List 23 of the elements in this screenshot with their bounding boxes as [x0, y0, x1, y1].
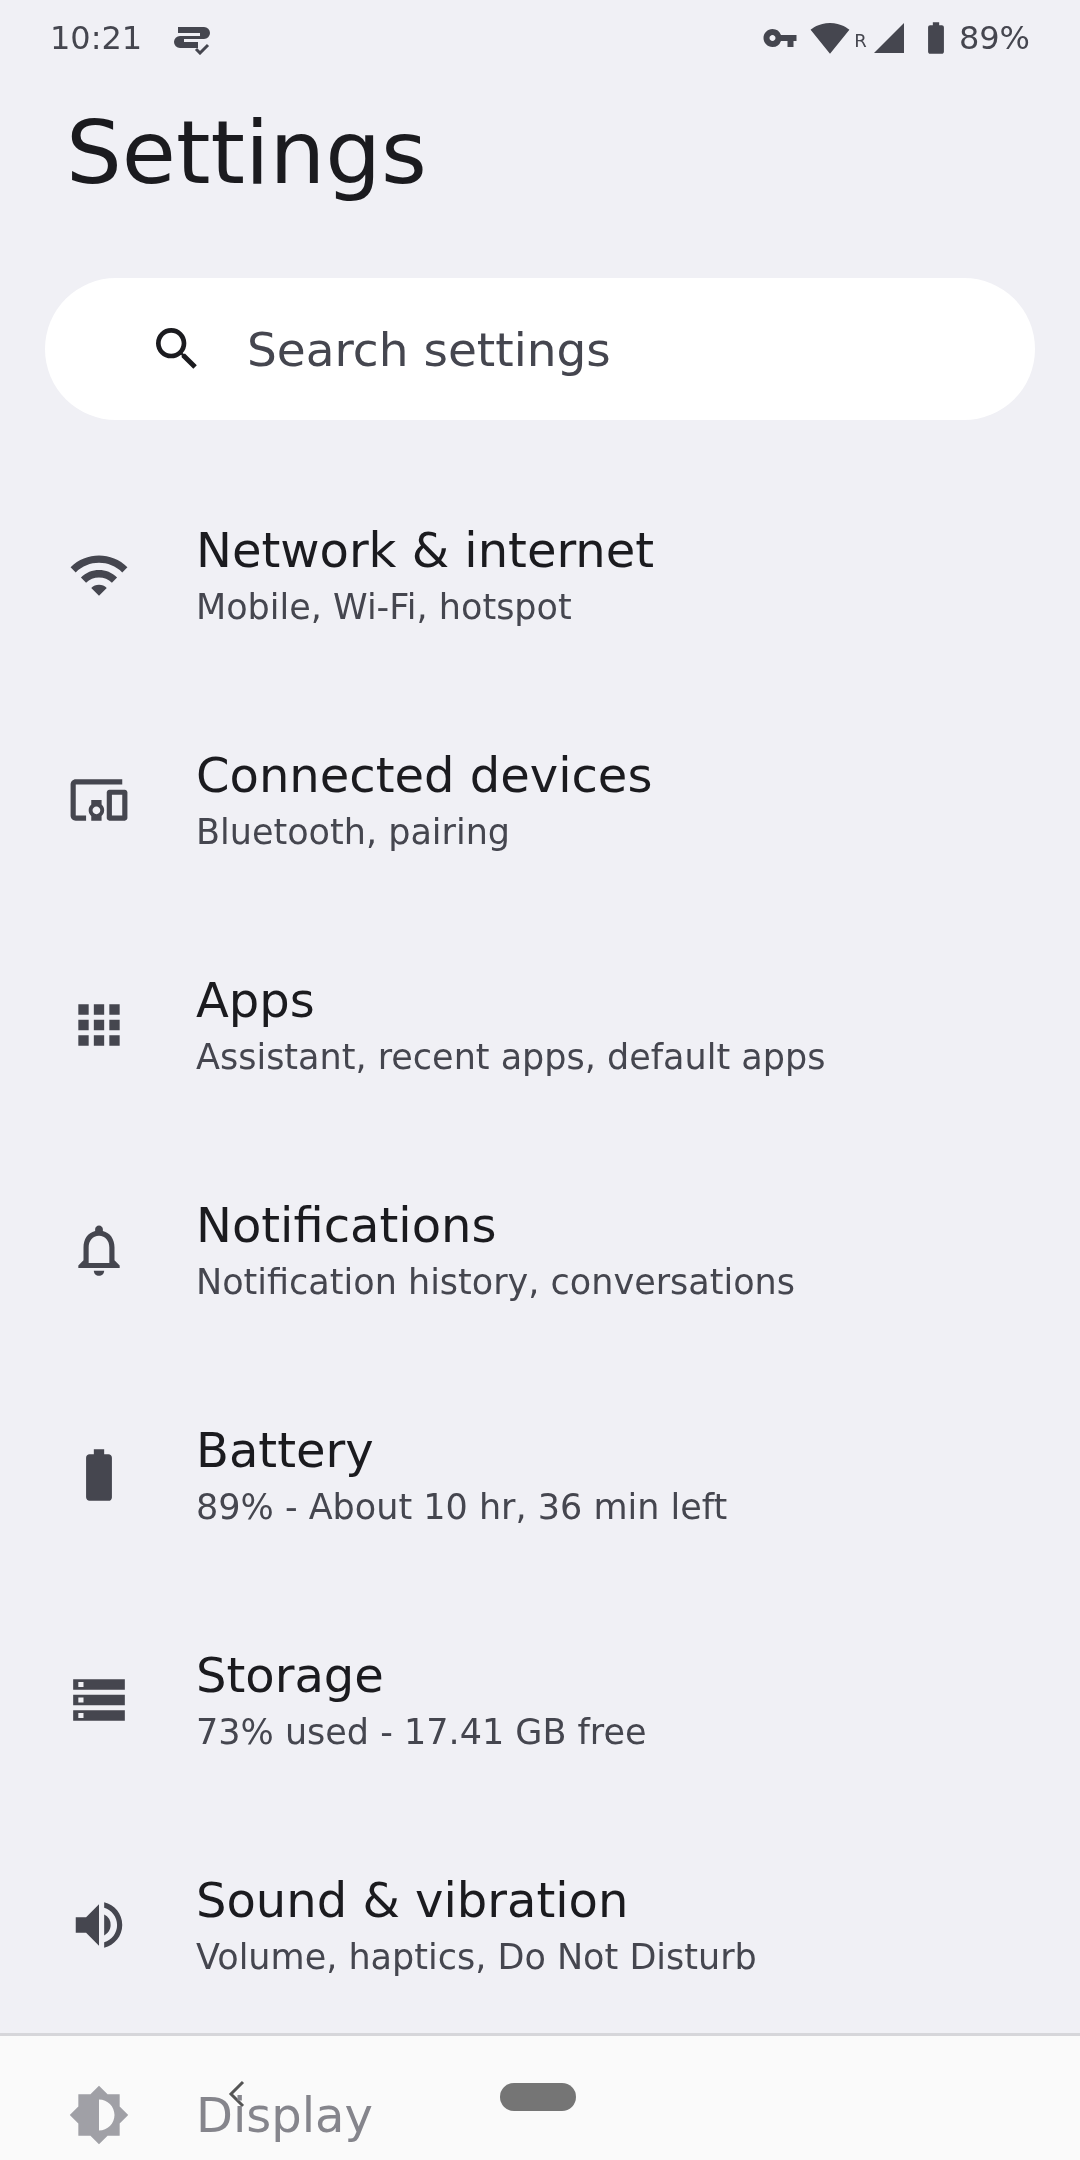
- item-title[interactable]: Connected devices: [196, 743, 653, 807]
- item-title[interactable]: Sound & vibration: [196, 1868, 757, 1932]
- item-title[interactable]: Network & internet: [196, 518, 655, 582]
- item-title[interactable]: Battery: [196, 1418, 728, 1482]
- item-subtitle: 89% - About 10 hr, 36 min left: [196, 1486, 728, 1529]
- search-field[interactable]: Search settings: [245, 320, 975, 378]
- roaming-indicator: R: [854, 30, 867, 51]
- brightness-icon: [68, 2084, 130, 2146]
- status-time: 10:21: [50, 19, 143, 57]
- item-subtitle: 73% used - 17.41 GB free: [196, 1711, 647, 1754]
- item-subtitle: Volume, haptics, Do Not Disturb: [196, 1936, 757, 1979]
- battery-percent: 89%: [958, 19, 1030, 57]
- item-title[interactable]: Display: [196, 2083, 373, 2147]
- item-title[interactable]: Apps: [196, 968, 826, 1032]
- search-bar[interactable]: Search settings: [45, 278, 1035, 420]
- item-subtitle: Mobile, Wi-Fi, hotspot: [196, 586, 573, 629]
- item-title[interactable]: Notifications: [196, 1193, 796, 1257]
- home-handle[interactable]: [500, 2083, 576, 2111]
- item-subtitle: Assistant, recent apps, default apps: [196, 1036, 826, 1079]
- item-title[interactable]: Storage: [196, 1643, 647, 1707]
- item-subtitle: Notification history, conversations: [196, 1261, 796, 1304]
- page-title: Settings: [66, 100, 428, 206]
- item-subtitle: Bluetooth, pairing: [196, 811, 512, 854]
